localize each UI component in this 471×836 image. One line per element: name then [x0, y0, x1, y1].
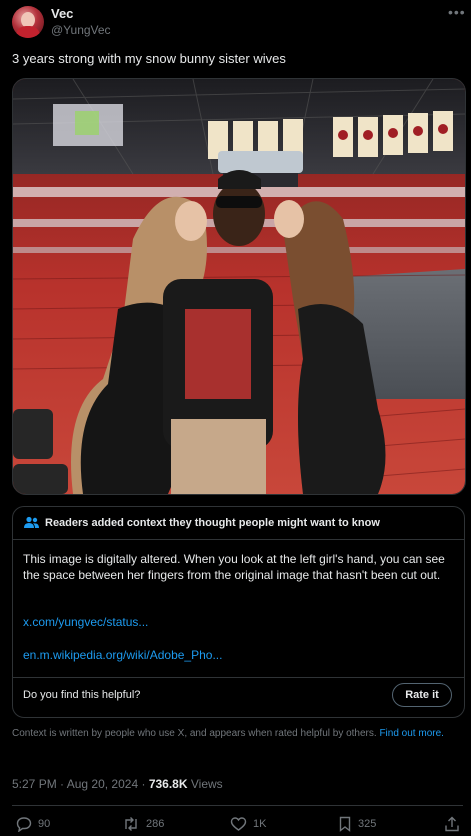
- source-link-2[interactable]: en.m.wikipedia.org/wiki/Adobe_Pho...: [23, 648, 222, 662]
- repost-button[interactable]: 286: [122, 815, 164, 833]
- community-note-body: This image is digitally altered. When yo…: [23, 552, 445, 582]
- community-notes-disclaimer: Context is written by people who use X, …: [12, 727, 457, 740]
- arena-photo-illustration: [13, 79, 465, 494]
- author-handle[interactable]: @YungVec: [51, 23, 111, 37]
- tweet-time[interactable]: 5:27 PM: [12, 777, 57, 791]
- reply-button[interactable]: 90: [16, 815, 50, 833]
- bookmark-count: 325: [358, 818, 377, 830]
- rate-it-button[interactable]: Rate it: [392, 683, 452, 707]
- share-button[interactable]: [444, 815, 460, 833]
- views-count: 736.8K: [148, 777, 188, 791]
- avatar[interactable]: [12, 6, 44, 38]
- divider: [13, 677, 464, 678]
- tweet-date[interactable]: Aug 20, 2024: [67, 777, 138, 791]
- disclaimer-text: Context is written by people who use X, …: [12, 728, 377, 739]
- find-out-more-link[interactable]: Find out more.: [379, 728, 443, 739]
- community-note-title: Readers added context they thought peopl…: [45, 517, 380, 529]
- reply-icon: [16, 816, 32, 832]
- heart-icon: [230, 816, 247, 832]
- bookmark-icon: [338, 816, 352, 832]
- divider: [12, 805, 463, 806]
- helpful-question: Do you find this helpful?: [23, 689, 141, 701]
- author-name[interactable]: Vec: [51, 6, 73, 21]
- repost-icon: [122, 816, 140, 832]
- tweet-text: 3 years strong with my snow bunny sister…: [12, 51, 286, 66]
- like-button[interactable]: 1K: [230, 815, 266, 833]
- more-options-icon[interactable]: •••: [448, 4, 466, 20]
- repost-count: 286: [146, 818, 165, 830]
- meta-separator: ·: [141, 777, 146, 791]
- people-icon: [24, 516, 39, 534]
- meta-separator: ·: [60, 777, 65, 791]
- bookmark-button[interactable]: 325: [338, 815, 376, 833]
- community-note-header: Readers added context they thought peopl…: [13, 507, 464, 540]
- like-count: 1K: [253, 818, 267, 830]
- reply-count: 90: [38, 818, 51, 830]
- share-icon: [444, 816, 460, 832]
- tweet-photo[interactable]: [12, 78, 466, 495]
- tweet-meta: 5:27 PM · Aug 20, 2024 · 736.8K Views: [12, 777, 223, 791]
- source-link-1[interactable]: x.com/yungvec/status...: [23, 615, 148, 629]
- views-label: Views: [190, 777, 223, 791]
- community-note: Readers added context they thought peopl…: [12, 506, 465, 718]
